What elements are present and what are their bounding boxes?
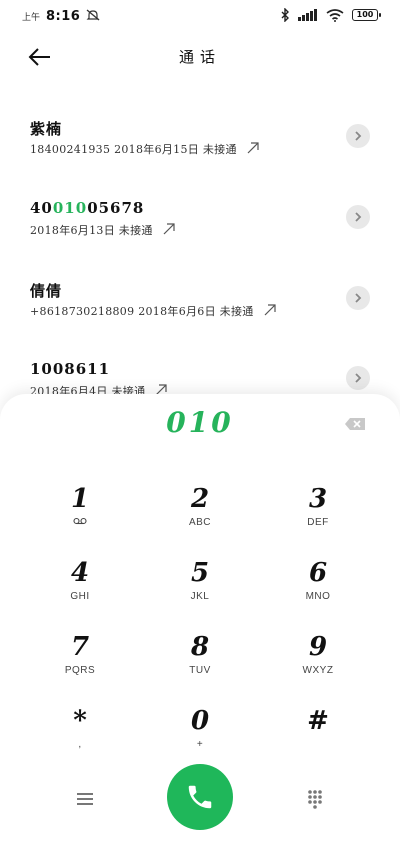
chevron-right-icon <box>355 373 362 383</box>
call-detail-text: 18400241935 2018年6月15日 未接通 <box>30 143 237 156</box>
outgoing-call-icon <box>264 303 276 319</box>
call-info-button[interactable] <box>346 205 370 229</box>
bottom-bar <box>0 764 400 834</box>
contact-name: 1008611 <box>30 360 111 378</box>
backspace-button[interactable] <box>344 416 370 434</box>
backspace-icon <box>345 418 365 430</box>
key-digit: 4 <box>70 558 90 588</box>
key-letters: PQRS <box>64 665 96 676</box>
status-ampm: 上午 <box>22 13 41 23</box>
keypad-toggle-button[interactable] <box>300 784 330 814</box>
key-digit: * <box>73 706 87 736</box>
phone-screen: 上午 8:16 100 通话 紫楠 18400241935 2018年6月15日… <box>0 0 400 866</box>
chevron-right-icon <box>355 131 362 141</box>
key-letters: ABC <box>188 517 212 528</box>
contact-name: 4001005678 <box>30 199 144 217</box>
key-3[interactable]: 3 DEF <box>268 482 368 548</box>
outgoing-call-icon <box>247 141 259 157</box>
key-digit: 5 <box>190 558 210 588</box>
key-digit: 9 <box>308 632 328 662</box>
status-bar: 上午 8:16 100 <box>0 0 400 34</box>
dialed-number: 010 <box>166 406 234 439</box>
status-time: 8:16 <box>46 9 81 24</box>
key-letters: DEF <box>307 517 329 528</box>
call-detail: 2018年6月13日 未接通 <box>30 222 175 238</box>
status-left: 上午 8:16 <box>22 9 100 24</box>
contact-name: 紫楠 <box>30 120 63 138</box>
menu-button[interactable] <box>70 784 100 814</box>
key-6[interactable]: 6 MNO <box>268 556 368 622</box>
call-button[interactable] <box>167 764 233 830</box>
key-letters: TUV <box>189 665 211 676</box>
key-2[interactable]: 2 ABC <box>150 482 250 548</box>
call-list-item[interactable]: 4001005678 2018年6月13日 未接通 <box>0 199 400 259</box>
key-digit: 0 <box>190 706 210 736</box>
mute-icon <box>86 9 100 24</box>
call-info-button[interactable] <box>346 286 370 310</box>
chevron-right-icon <box>355 212 362 222</box>
menu-icon <box>77 793 93 805</box>
key-letters: + <box>196 739 204 750</box>
page-title: 通话 <box>178 48 221 66</box>
signal-icon <box>298 9 318 21</box>
key-hash[interactable]: # <box>268 704 368 770</box>
number-suffix: 05678 <box>87 199 145 217</box>
key-1[interactable]: 1 <box>30 482 130 548</box>
call-detail-text: +8618730218809 2018年6月6日 未接通 <box>30 305 254 318</box>
key-4[interactable]: 4 GHI <box>30 556 130 622</box>
wifi-icon <box>326 8 344 22</box>
key-9[interactable]: 9 WXYZ <box>268 630 368 696</box>
key-8[interactable]: 8 TUV <box>150 630 250 696</box>
call-info-button[interactable] <box>346 124 370 148</box>
key-digit: 3 <box>308 484 328 514</box>
bluetooth-icon <box>280 8 290 22</box>
call-info-button[interactable] <box>346 366 370 390</box>
key-digit: 2 <box>190 484 210 514</box>
number-prefix: 40 <box>30 199 53 217</box>
chevron-right-icon <box>355 293 362 303</box>
key-letters: WXYZ <box>302 665 334 676</box>
keypad-icon <box>308 790 322 809</box>
key-letters: JKL <box>190 591 210 602</box>
key-5[interactable]: 5 JKL <box>150 556 250 622</box>
call-list-item[interactable]: 倩倩 +8618730218809 2018年6月6日 未接通 <box>0 280 400 340</box>
key-7[interactable]: 7 PQRS <box>30 630 130 696</box>
key-star[interactable]: * , <box>30 704 130 770</box>
outgoing-call-icon <box>163 222 175 238</box>
key-0[interactable]: 0 + <box>150 704 250 770</box>
key-digit: 6 <box>308 558 328 588</box>
call-detail: +8618730218809 2018年6月6日 未接通 <box>30 303 276 319</box>
phone-icon <box>188 785 212 809</box>
key-digit: 8 <box>190 632 210 662</box>
key-digit: 7 <box>70 632 90 662</box>
header: 通话 <box>0 34 400 80</box>
call-list-item[interactable]: 紫楠 18400241935 2018年6月15日 未接通 <box>0 118 400 178</box>
call-detail: 18400241935 2018年6月15日 未接通 <box>30 141 259 157</box>
key-letters: GHI <box>70 591 90 602</box>
key-letters: MNO <box>305 591 331 602</box>
number-match: 010 <box>52 199 88 217</box>
contact-name: 倩倩 <box>30 282 63 300</box>
status-right: 100 <box>280 8 381 22</box>
call-detail-text: 2018年6月13日 未接通 <box>30 224 153 237</box>
key-digit: # <box>307 706 329 736</box>
battery-indicator: 100 <box>352 9 381 21</box>
key-letters: , <box>78 739 82 750</box>
key-digit: 1 <box>70 484 90 514</box>
voicemail-icon <box>30 516 130 530</box>
